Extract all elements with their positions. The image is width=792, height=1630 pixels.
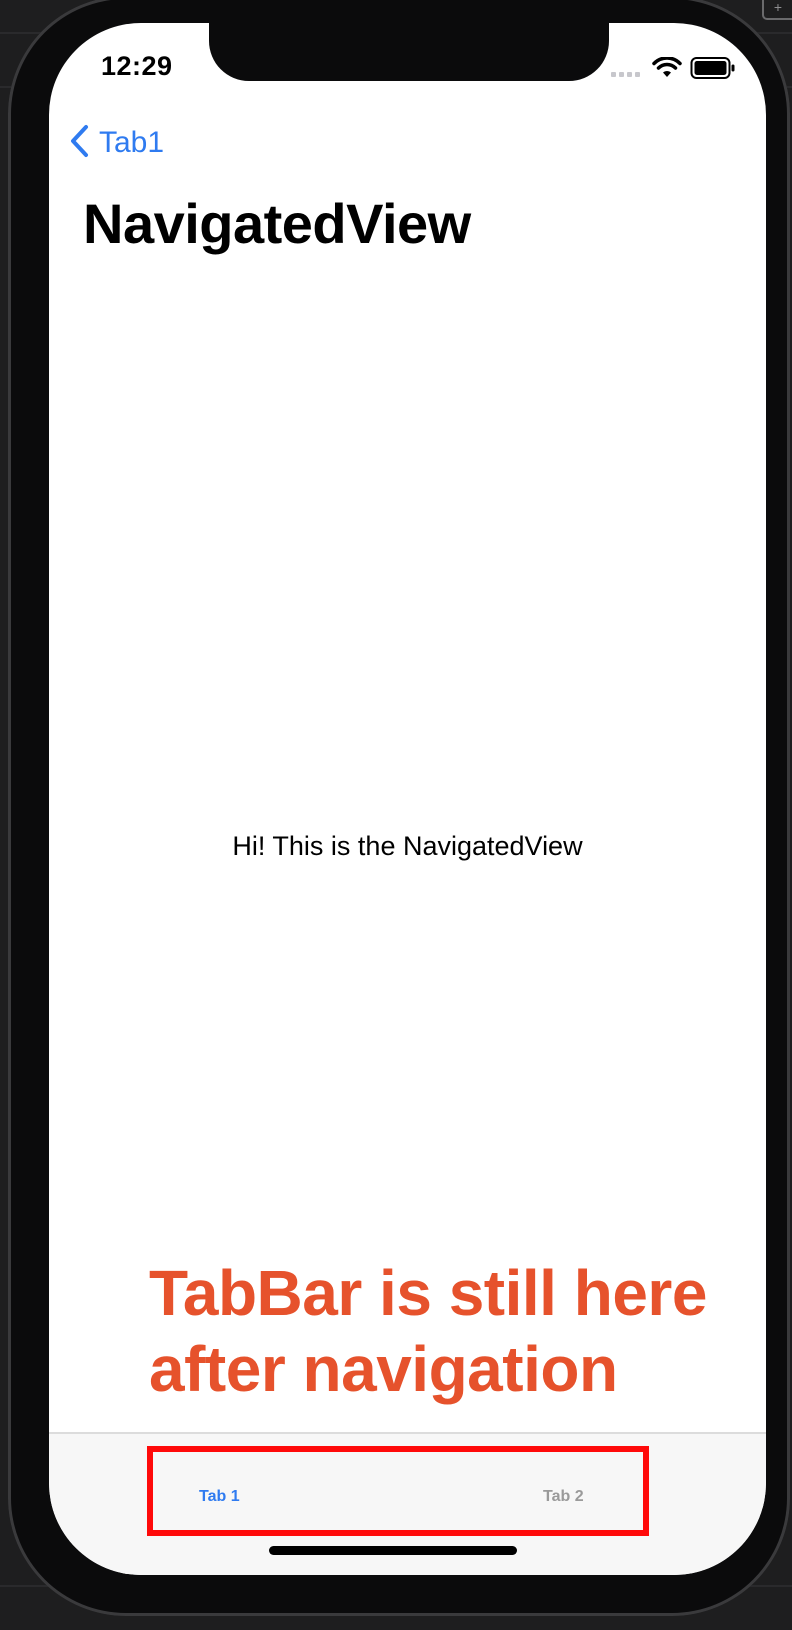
phone-frame: 12:29 Tab1 NavigatedView Hi! This is the… — [8, 0, 790, 1616]
signal-icon — [611, 59, 640, 77]
camera-notch — [209, 23, 609, 81]
content-message: Hi! This is the NavigatedView — [232, 831, 583, 861]
page-title: NavigatedView — [83, 192, 471, 255]
wifi-icon — [652, 57, 682, 79]
status-time: 12:29 — [101, 51, 173, 81]
chevron-left-icon — [69, 124, 89, 163]
tab-2[interactable]: Tab 2 — [543, 1488, 584, 1506]
add-window-icon[interactable]: + — [762, 0, 792, 20]
annotation-line-1: TabBar is still here — [149, 1257, 707, 1329]
back-button[interactable]: Tab1 — [69, 121, 164, 165]
annotation-line-2: after navigation — [149, 1333, 618, 1405]
device-screen: 12:29 Tab1 NavigatedView Hi! This is the… — [49, 23, 766, 1575]
home-indicator[interactable] — [269, 1546, 517, 1555]
status-icons — [611, 55, 736, 81]
annotation-caption: TabBar is still here after navigation — [149, 1255, 749, 1407]
tab-1[interactable]: Tab 1 — [199, 1488, 240, 1506]
back-button-label: Tab1 — [99, 126, 165, 159]
battery-icon — [690, 56, 736, 80]
